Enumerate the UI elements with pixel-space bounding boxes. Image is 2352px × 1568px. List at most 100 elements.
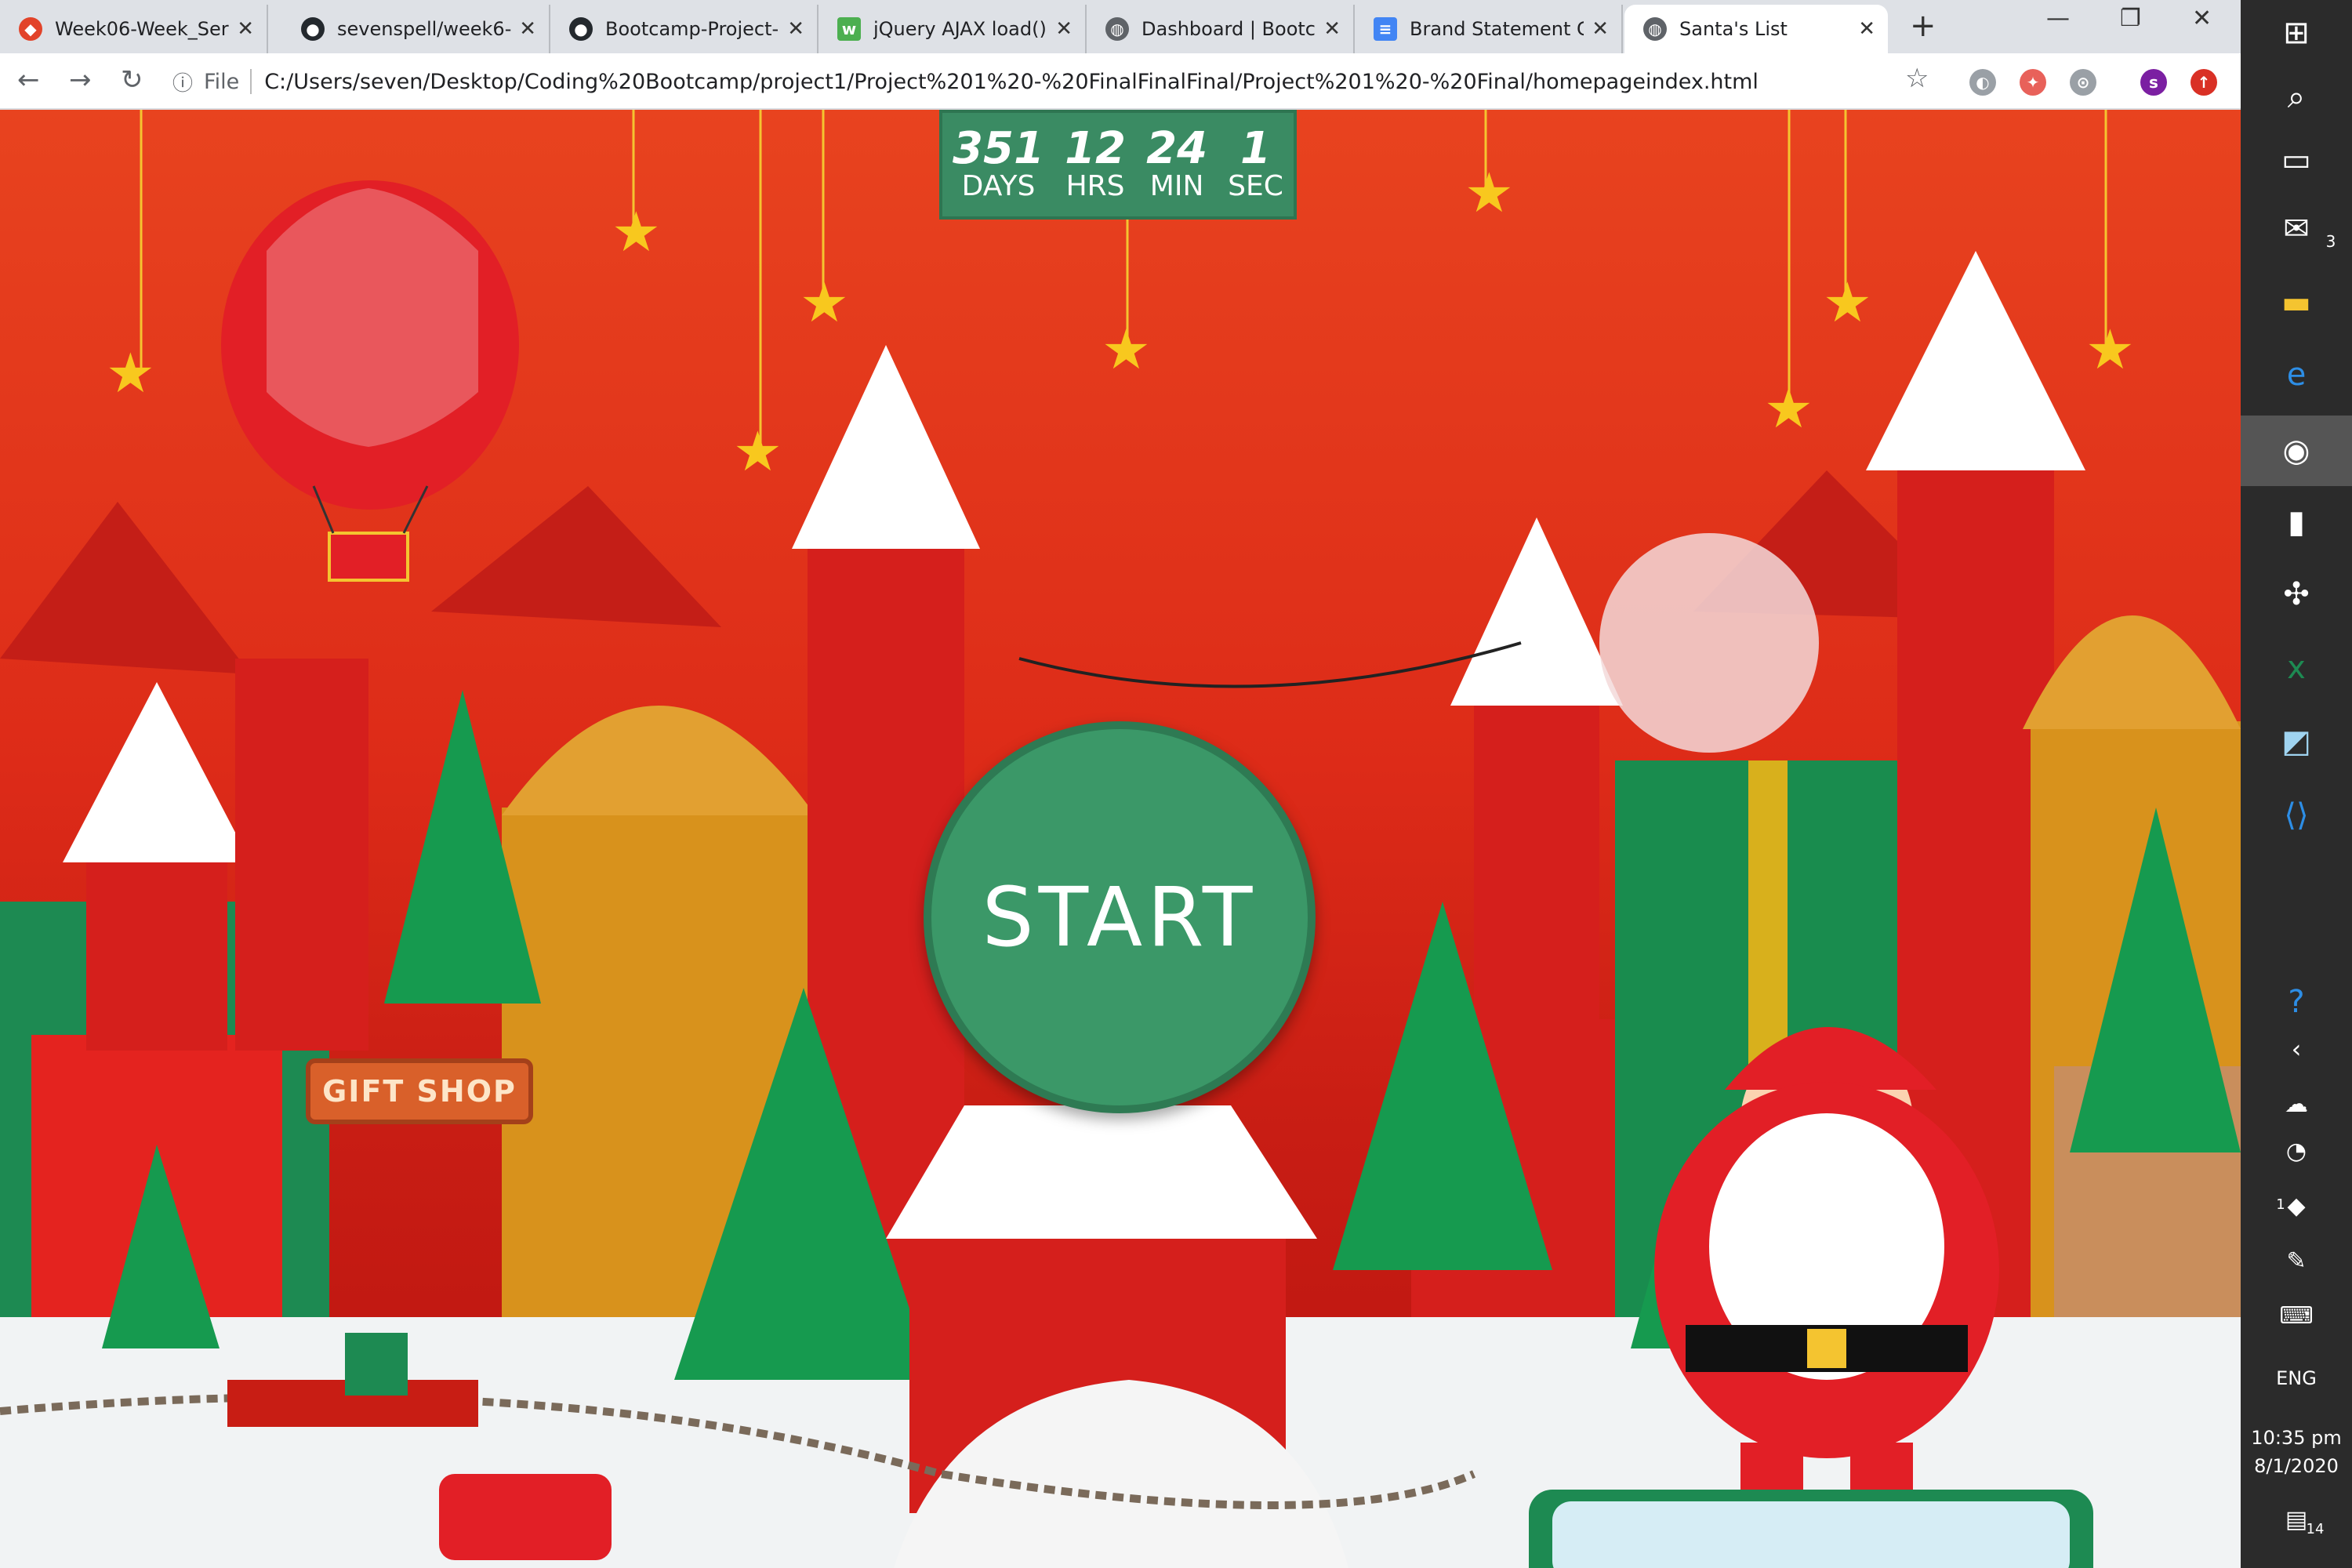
tab-title: Santa's List — [1679, 18, 1788, 40]
tab-title: Brand Statement Gu — [1410, 18, 1584, 40]
info-icon[interactable]: ⓘ — [172, 67, 193, 96]
tab-title: jQuery AJAX load() M — [873, 18, 1047, 40]
profile-avatar[interactable]: s — [2140, 69, 2167, 96]
tab-santas-list[interactable]: ◍ Santa's List ✕ — [1624, 5, 1888, 53]
mail-badge: 3 — [2325, 232, 2336, 251]
search-icon[interactable]: ⌕ — [2241, 75, 2352, 119]
onedrive-icon[interactable]: ☁ — [2241, 1082, 2352, 1126]
garland — [1018, 641, 1522, 688]
tab-title: Week06-Week_Serv — [55, 18, 230, 40]
forward-icon[interactable]: → — [69, 64, 92, 96]
new-tab-button[interactable]: + — [1910, 8, 1936, 44]
svg-text:★: ★ — [733, 419, 782, 484]
notification-badge: 14 — [2306, 1521, 2325, 1537]
close-icon[interactable]: ✕ — [1323, 17, 1341, 41]
omnibox[interactable]: ⓘ File C:/Users/seven/Desktop/Coding%20B… — [172, 61, 1952, 102]
svg-text:★: ★ — [2085, 318, 2135, 382]
url-text[interactable]: C:/Users/seven/Desktop/Coding%20Bootcamp… — [264, 70, 1759, 94]
clock-time[interactable]: 10:35 pm — [2241, 1427, 2352, 1449]
dropbox-badge: 1 — [2276, 1196, 2285, 1213]
sleigh — [439, 1474, 612, 1560]
minimize-button[interactable]: — — [2046, 5, 2070, 32]
close-icon[interactable]: ✕ — [787, 17, 804, 41]
page-viewport: ★ ★ ★ ★ ★ ★ ★ ★ ★ GIFT SHOP 351 DAYS 12 … — [0, 110, 2241, 1568]
scheme-label: File — [204, 69, 240, 94]
hot-air-balloon — [221, 180, 519, 582]
chevron-left-icon[interactable]: ‹ — [2241, 1027, 2352, 1071]
keyboard-icon[interactable]: ⌨ — [2241, 1294, 2352, 1338]
restore-button[interactable]: ❐ — [2120, 5, 2141, 32]
tab-dashboard[interactable]: ◍ Dashboard | Bootcam ✕ — [1087, 5, 1355, 53]
bookmark-star-icon[interactable]: ☆ — [1905, 63, 1929, 94]
extension-icon[interactable]: ⊙ — [2070, 69, 2096, 96]
svg-text:★: ★ — [1764, 376, 1813, 441]
ice-surface — [1552, 1501, 2070, 1568]
close-window-button[interactable]: ✕ — [2192, 5, 2212, 32]
countdown-unit: HRS — [1065, 170, 1125, 203]
excel-icon[interactable]: x — [2241, 646, 2352, 690]
file-explorer-icon[interactable]: ▬ — [2241, 281, 2352, 325]
pen-icon[interactable]: ✎ — [2241, 1239, 2352, 1283]
countdown-value: 351 — [953, 123, 1044, 175]
divider — [250, 69, 252, 94]
close-icon[interactable]: ✕ — [1592, 17, 1609, 41]
svg-text:★: ★ — [1823, 270, 1872, 335]
edge-icon[interactable]: e — [2241, 353, 2352, 397]
svg-text:★: ★ — [800, 270, 849, 335]
countdown-value: 12 — [1065, 123, 1126, 175]
address-bar: ← → ↻ ⓘ File C:/Users/seven/Desktop/Codi… — [0, 53, 2241, 110]
clock-date[interactable]: 8/1/2020 — [2241, 1455, 2352, 1477]
globe-icon: ◍ — [1643, 17, 1667, 41]
tab-strip: ◆ Week06-Week_Serv ✕ ● sevenspell/week6-… — [0, 0, 2241, 53]
countdown-unit: DAYS — [961, 170, 1036, 203]
github-icon: ● — [569, 17, 593, 41]
svg-text:★: ★ — [106, 341, 155, 405]
countdown-seconds: 1 SEC — [1228, 127, 1283, 202]
github-icon: ● — [301, 17, 325, 41]
back-icon[interactable]: ← — [17, 64, 40, 96]
countdown-days: 351 DAYS — [953, 127, 1044, 202]
help-icon[interactable]: ? — [2241, 980, 2352, 1024]
extension-icon[interactable]: ✦ — [2020, 69, 2046, 96]
close-icon[interactable]: ✕ — [1055, 17, 1073, 41]
close-icon[interactable]: ✕ — [519, 17, 536, 41]
tab-bootcamp-project[interactable]: ● Bootcamp-Project-1 ✕ — [550, 5, 818, 53]
countdown-hours: 12 HRS — [1065, 127, 1126, 202]
mountain — [0, 502, 251, 674]
docs-icon: ≡ — [1374, 17, 1397, 41]
tab-title: Bootcamp-Project-1 — [605, 18, 780, 40]
tab-brand-statement[interactable]: ≡ Brand Statement Gu ✕ — [1355, 5, 1623, 53]
countdown-unit: MIN — [1149, 170, 1204, 203]
tab-title: sevenspell/week6-a — [337, 18, 512, 40]
terminal-icon[interactable]: ▮ — [2241, 500, 2352, 544]
task-view-icon[interactable]: ▭ — [2241, 138, 2352, 182]
svg-text:★: ★ — [1102, 318, 1151, 382]
windows-start-icon[interactable]: ⊞ — [2241, 11, 2352, 55]
globe-icon: ◍ — [1105, 17, 1129, 41]
train-engine — [345, 1333, 408, 1396]
mountain — [431, 486, 721, 627]
language-indicator[interactable]: ENG — [2241, 1367, 2352, 1389]
tab-jquery[interactable]: w jQuery AJAX load() M ✕ — [818, 5, 1087, 53]
chrome-icon[interactable]: ◉ — [2241, 416, 2352, 486]
browser-window: ◆ Week06-Week_Serv ✕ ● sevenspell/week6-… — [0, 0, 2241, 1568]
close-icon[interactable]: ✕ — [237, 17, 254, 41]
start-button[interactable]: START — [924, 721, 1316, 1113]
reload-icon[interactable]: ↻ — [121, 64, 143, 96]
extension-icon[interactable]: ◐ — [1969, 69, 1996, 96]
update-icon[interactable]: ↑ — [2190, 69, 2217, 96]
countdown-minutes: 24 MIN — [1146, 127, 1207, 202]
gitlab-icon: ◆ — [19, 17, 42, 41]
countdown-timer: 351 DAYS 12 HRS 24 MIN 1 SEC — [939, 110, 1297, 220]
tab-week06[interactable]: ◆ Week06-Week_Serv ✕ — [0, 5, 268, 53]
close-icon[interactable]: ✕ — [1858, 17, 1875, 41]
slack-icon[interactable]: ✣ — [2241, 572, 2352, 616]
app-icon[interactable]: ◩ — [2241, 720, 2352, 764]
tab-sevenspell[interactable]: ● sevenspell/week6-a ✕ — [282, 5, 550, 53]
wifi-volume-icon[interactable]: ◔ — [2241, 1129, 2352, 1173]
gift-shop-sign: GIFT SHOP — [306, 1058, 533, 1124]
vscode-icon[interactable]: ⟨⟩ — [2241, 793, 2352, 837]
snow-globe — [1599, 533, 1819, 753]
countdown-value: 24 — [1146, 123, 1208, 175]
windows-taskbar: ⊞ ⌕ ▭ ✉ 3 ▬ e ◉ ▮ ✣ x ◩ ⟨⟩ ? ‹ ☁ ◔ ◆ 1 ✎… — [2241, 0, 2352, 1568]
